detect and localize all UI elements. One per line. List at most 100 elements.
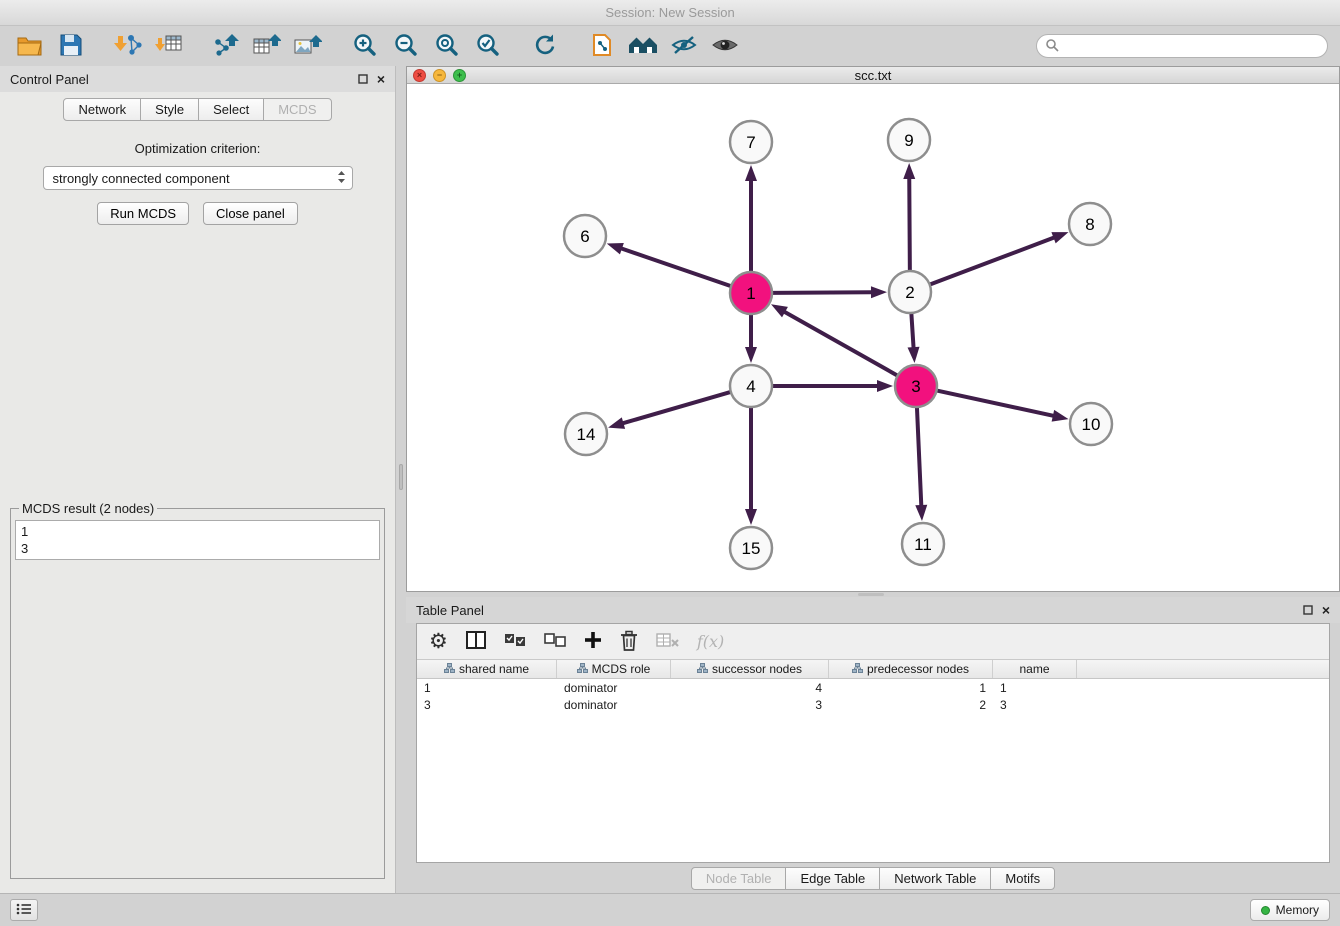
node-3[interactable]: 3 (895, 365, 937, 407)
horizontal-splitter[interactable] (406, 592, 1340, 597)
edge-1-2[interactable] (773, 292, 871, 293)
node-2[interactable]: 2 (889, 271, 931, 313)
close-panel-icon[interactable]: × (1322, 603, 1330, 617)
node-4[interactable]: 4 (730, 365, 772, 407)
column-header-successor-nodes[interactable]: successor nodes (671, 660, 829, 678)
node-7[interactable]: 7 (730, 121, 772, 163)
toggle-graphics-details-button[interactable] (666, 30, 702, 62)
node-14[interactable]: 14 (565, 413, 607, 455)
mcds-result-list[interactable]: 1 3 (15, 520, 380, 560)
criterion-select[interactable]: strongly connected component (43, 166, 353, 190)
node-10[interactable]: 10 (1070, 403, 1112, 445)
edge-3-1[interactable] (785, 312, 897, 375)
edge-3-11[interactable] (917, 408, 921, 505)
import-table-button[interactable] (151, 30, 187, 62)
node-11[interactable]: 11 (902, 523, 944, 565)
edge-2-3[interactable] (911, 314, 913, 347)
cell-mcds-role[interactable]: dominator (557, 698, 671, 712)
export-network-button[interactable] (208, 30, 244, 62)
tab-select[interactable]: Select (198, 98, 264, 121)
float-panel-icon[interactable] (1303, 603, 1313, 618)
tab-style[interactable]: Style (140, 98, 199, 121)
tab-edge-table[interactable]: Edge Table (785, 867, 880, 890)
tab-mcds[interactable]: MCDS (263, 98, 331, 121)
import-network-button[interactable] (110, 30, 146, 62)
export-image-button[interactable] (290, 30, 326, 62)
search-input[interactable] (1064, 39, 1319, 53)
show-task-history-button[interactable] (10, 899, 38, 921)
svg-text:4: 4 (746, 377, 755, 396)
delete-table-button[interactable] (656, 632, 679, 651)
right-column: scc.txt × − + 7968124314101511 Table Pan… (406, 66, 1340, 893)
export-table-icon (253, 33, 281, 60)
node-6[interactable]: 6 (564, 215, 606, 257)
mcds-result-title: MCDS result (2 nodes) (19, 501, 157, 516)
cell-mcds-role[interactable]: dominator (557, 681, 671, 695)
table-settings-button[interactable]: ⚙ (429, 631, 448, 652)
node-15[interactable]: 15 (730, 527, 772, 569)
edge-2-8[interactable] (931, 238, 1054, 284)
node-9[interactable]: 9 (888, 119, 930, 161)
delete-column-button[interactable] (620, 630, 638, 654)
table-row[interactable]: 1 dominator 4 1 1 (417, 679, 1329, 696)
splitter-handle[interactable] (858, 593, 884, 596)
select-all-button[interactable] (504, 633, 526, 650)
show-columns-button[interactable] (466, 631, 486, 652)
tab-network-table[interactable]: Network Table (879, 867, 991, 890)
plus-icon (584, 631, 602, 652)
table-empty-area (417, 713, 1329, 862)
cell-predecessor-nodes[interactable]: 2 (829, 698, 993, 712)
cell-name[interactable]: 3 (993, 698, 1077, 712)
column-header-name[interactable]: name (993, 660, 1077, 678)
zoom-in-button[interactable] (347, 30, 383, 62)
tab-network[interactable]: Network (63, 98, 141, 121)
add-column-button[interactable] (584, 631, 602, 652)
svg-text:11: 11 (914, 535, 932, 554)
column-header-mcds-role[interactable]: MCDS role (557, 660, 671, 678)
search-field[interactable] (1036, 34, 1328, 58)
window-titlebar: Session: New Session (0, 0, 1340, 26)
memory-button[interactable]: Memory (1250, 899, 1330, 921)
run-mcds-button[interactable]: Run MCDS (97, 202, 189, 225)
edge-4-14[interactable] (623, 392, 729, 423)
deselect-all-button[interactable] (544, 633, 566, 650)
export-table-button[interactable] (249, 30, 285, 62)
close-panel-icon[interactable]: × (377, 72, 385, 86)
splitter-handle[interactable] (399, 464, 403, 490)
tab-motifs[interactable]: Motifs (990, 867, 1055, 890)
fit-content-button[interactable] (429, 30, 465, 62)
vertical-splitter[interactable] (396, 66, 406, 893)
zoom-out-button[interactable] (388, 30, 424, 62)
float-panel-icon[interactable] (358, 72, 368, 87)
function-builder-button[interactable]: f(x) (697, 632, 724, 651)
table-row[interactable]: 3 dominator 3 2 3 (417, 696, 1329, 713)
refresh-view-button[interactable] (527, 30, 563, 62)
export-annotated-network-button[interactable] (584, 30, 620, 62)
open-session-button[interactable] (12, 30, 48, 62)
edge-2-9[interactable] (909, 179, 910, 270)
cell-shared-name[interactable]: 1 (417, 681, 557, 695)
cell-successor-nodes[interactable]: 4 (671, 681, 829, 695)
column-header-predecessor-nodes[interactable]: predecessor nodes (829, 660, 993, 678)
checked-boxes-icon (504, 633, 526, 650)
cell-shared-name[interactable]: 3 (417, 698, 557, 712)
node-1[interactable]: 1 (730, 272, 772, 314)
show-graphics-details-button[interactable] (707, 30, 743, 62)
column-header-shared-name[interactable]: shared name (417, 660, 557, 678)
edge-3-10[interactable] (937, 391, 1052, 416)
eye-slash-icon (671, 33, 697, 60)
cell-successor-nodes[interactable]: 3 (671, 698, 829, 712)
cell-predecessor-nodes[interactable]: 1 (829, 681, 993, 695)
cell-name[interactable]: 1 (993, 681, 1077, 695)
zoom-selected-button[interactable] (470, 30, 506, 62)
network-window-titlebar[interactable]: scc.txt × − + (407, 67, 1339, 84)
network-graph[interactable]: 7 9 6 8 1 2 4 3 14 10 15 11 (407, 84, 1340, 588)
close-panel-button[interactable]: Close panel (203, 202, 298, 225)
tab-node-table[interactable]: Node Table (691, 867, 787, 890)
edge-1-6[interactable] (622, 249, 730, 286)
panel-spacer (0, 225, 395, 501)
home-button[interactable] (625, 30, 661, 62)
save-session-button[interactable] (53, 30, 89, 62)
network-canvas[interactable]: 7 9 6 8 1 2 4 3 14 10 15 11 (407, 84, 1339, 591)
node-8[interactable]: 8 (1069, 203, 1111, 245)
